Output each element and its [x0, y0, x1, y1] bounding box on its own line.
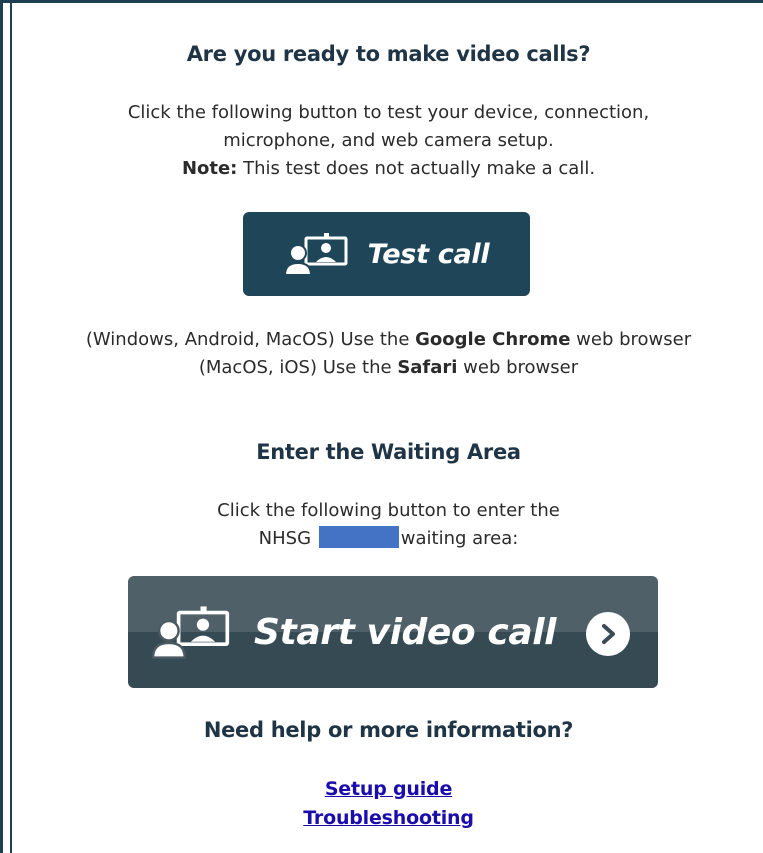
video-call-people-icon — [150, 604, 234, 660]
chrome-browser-name: Google Chrome — [415, 329, 571, 350]
waiting-area-line2: NHSG waiting area: — [14, 525, 763, 553]
test-description-line1: Click the following button to test your … — [127, 102, 650, 123]
setup-guide-link[interactable]: Setup guide — [325, 778, 453, 800]
waiting-area-heading: Enter the Waiting Area — [256, 440, 521, 464]
waiting-area-description: Click the following button to enter the … — [14, 497, 763, 553]
frame-inner-border — [10, 3, 12, 853]
browser-line2-suffix: web browser — [457, 357, 579, 378]
waiting-area-line1: Click the following button to enter the — [217, 500, 560, 521]
redacted-clinic-name — [318, 526, 399, 548]
troubleshooting-link[interactable]: Troubleshooting — [303, 807, 474, 829]
browser-line1-suffix: web browser — [570, 329, 692, 350]
browser-line1-prefix: (Windows, Android, MacOS) Use the — [85, 329, 416, 350]
start-video-call-button[interactable]: Start video call — [128, 576, 658, 688]
clinic-prefix: NHSG — [258, 528, 312, 549]
start-video-call-content: Start video call — [128, 576, 658, 688]
note-label: Note: — [181, 158, 238, 179]
test-description: Click the following button to test your … — [14, 99, 763, 183]
help-links: Setup guide Troubleshooting — [14, 775, 763, 833]
waiting-area-suffix: waiting area: — [400, 528, 519, 549]
start-video-call-label: Start video call — [254, 611, 557, 653]
ready-heading: Are you ready to make video calls? — [186, 42, 591, 66]
help-heading: Need help or more information? — [203, 718, 574, 742]
note-line: Note: This test does not actually make a… — [14, 155, 763, 183]
browser-line-chrome: (Windows, Android, MacOS) Use the Google… — [14, 326, 763, 354]
chevron-right-circle-icon — [586, 612, 630, 656]
test-description-line2: microphone, and web camera setup. — [223, 130, 554, 151]
test-call-label: Test call — [367, 238, 490, 270]
browser-line-safari: (MacOS, iOS) Use the Safari web browser — [14, 354, 763, 382]
browser-line2-prefix: (MacOS, iOS) Use the — [198, 357, 398, 378]
test-call-button[interactable]: Test call — [243, 212, 530, 296]
video-call-people-icon — [283, 231, 350, 277]
safari-browser-name: Safari — [397, 357, 458, 378]
waiting-area-content: Are you ready to make video calls? Click… — [14, 0, 763, 853]
browser-requirements: (Windows, Android, MacOS) Use the Google… — [14, 326, 763, 382]
note-text: This test does not actually make a call. — [237, 158, 596, 179]
